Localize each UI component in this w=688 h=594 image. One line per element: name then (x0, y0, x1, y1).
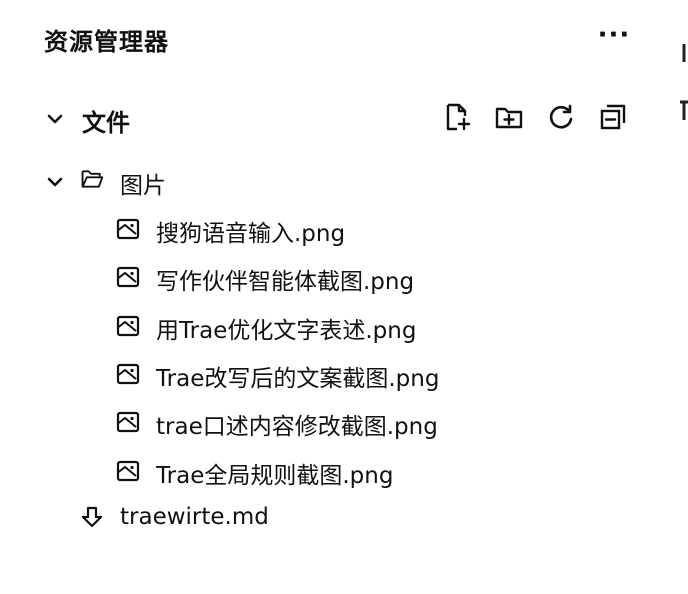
explorer-header: 资源管理器 ··· (0, 0, 688, 80)
folder-name: 图片 (120, 173, 166, 199)
folder-open-icon (80, 167, 108, 193)
file-name: 搜狗语音输入.png (156, 221, 346, 247)
file-name: Trae全局规则截图.png (156, 463, 394, 489)
tree-file-row[interactable]: Trae全局规则截图.png (100, 450, 660, 490)
tree-file-row[interactable]: 搜狗语音输入.png (100, 208, 660, 248)
tree-file-row[interactable]: 写作伙伴智能体截图.png (100, 256, 660, 296)
new-folder-icon (495, 107, 523, 129)
image-file-icon (116, 459, 140, 483)
refresh-button[interactable] (546, 102, 576, 132)
explorer-panel: 资源管理器 ··· 文件 图片 搜狗语音输入.png 写作伙伴智能体截图.png… (0, 0, 688, 594)
explorer-title: 资源管理器 (44, 28, 169, 56)
more-actions-button[interactable]: ··· (594, 20, 634, 56)
chevron-down-icon[interactable] (46, 173, 64, 191)
file-name: Trae改写后的文案截图.png (156, 366, 440, 392)
image-file-icon (116, 265, 140, 289)
tree-file-row[interactable]: 用Trae优化文字表述.png (100, 305, 660, 345)
refresh-icon (549, 104, 573, 129)
new-file-icon (446, 103, 471, 131)
clipped-edge-glyph (678, 40, 688, 62)
tree-folder-row[interactable]: 图片 (0, 160, 688, 200)
image-file-icon (116, 410, 140, 434)
file-name: trae口述内容修改截图.png (156, 414, 438, 440)
tree-file-row[interactable]: traewirte.md (0, 498, 688, 538)
tree-file-row[interactable]: Trae改写后的文案截图.png (100, 353, 660, 393)
collapse-all-icon (600, 104, 626, 130)
file-name: 写作伙伴智能体截图.png (156, 269, 415, 295)
image-file-icon (116, 217, 140, 241)
new-file-button[interactable] (442, 102, 472, 132)
tree-file-row[interactable]: trae口述内容修改截图.png (100, 401, 660, 441)
markdown-file-icon (80, 505, 104, 529)
collapse-all-button[interactable] (598, 102, 628, 132)
image-file-icon (116, 314, 140, 338)
file-name: 用Trae优化文字表述.png (156, 318, 417, 344)
section-title: 文件 (82, 109, 130, 137)
new-folder-button[interactable] (494, 102, 524, 132)
image-file-icon (116, 362, 140, 386)
section-files-header[interactable]: 文件 (0, 98, 688, 140)
chevron-down-icon[interactable] (46, 110, 64, 128)
file-name: traewirte.md (120, 504, 269, 530)
